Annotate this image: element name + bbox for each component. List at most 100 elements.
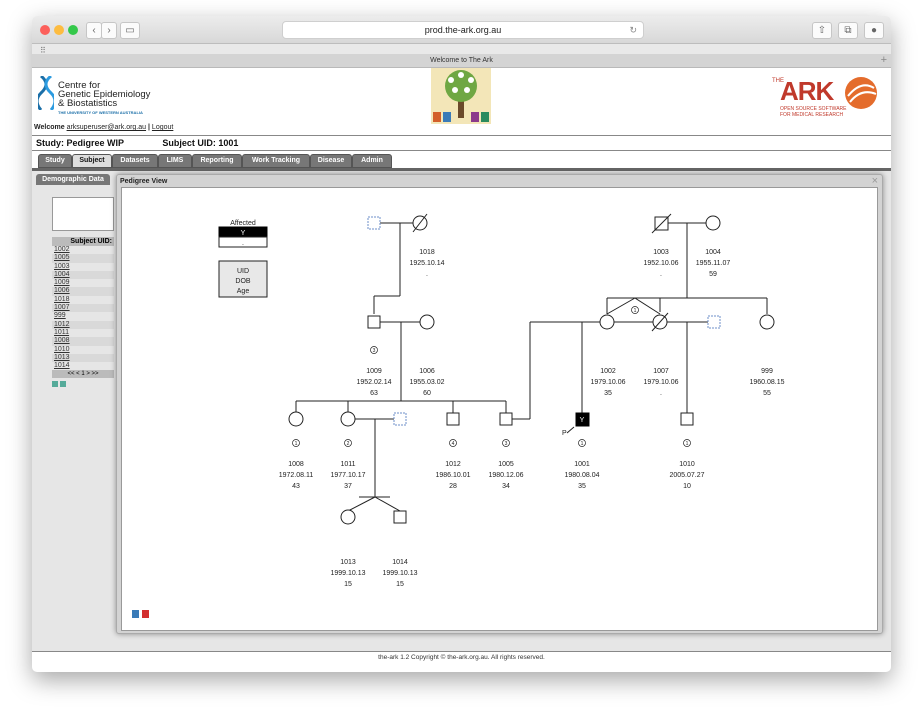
table-row[interactable]: 1010: [52, 346, 114, 354]
node-1011[interactable]: [340, 411, 356, 427]
reload-icon[interactable]: ↻: [629, 22, 637, 38]
org-name: Centre for Genetic Epidemiology & Biosta…: [58, 81, 150, 117]
export-image-icon[interactable]: [132, 610, 139, 618]
forward-button[interactable]: ›: [101, 22, 117, 39]
user-link[interactable]: arksuperuser@ark.org.au: [67, 124, 146, 131]
table-row[interactable]: 1009: [52, 279, 114, 287]
org-line3: & Biostatistics: [58, 98, 118, 109]
node-1012[interactable]: [446, 412, 460, 426]
pedigree-modal: Pedigree View × Y P 3 1 1 2 4 3 1 1 1018…: [116, 174, 883, 634]
tab-subject[interactable]: Subject: [72, 154, 112, 168]
age-label: .: [660, 271, 662, 278]
tab-datasets[interactable]: Datasets: [112, 154, 158, 168]
dob-label: 1979.10.06: [643, 379, 678, 386]
age-label: 35: [578, 483, 586, 490]
age-label: 59: [709, 271, 717, 278]
node-999[interactable]: [759, 314, 775, 330]
uid-label: 1011: [340, 461, 355, 468]
export-excel-icon[interactable]: [52, 381, 58, 388]
sidebar-button[interactable]: ▭: [120, 22, 140, 39]
table-row[interactable]: 1006: [52, 287, 114, 296]
tab-reporting[interactable]: Reporting: [192, 154, 242, 168]
uid-label: 1003: [653, 249, 669, 256]
uid-label: 1004: [705, 249, 721, 256]
table-row[interactable]: 1014: [52, 362, 114, 370]
tab-demographic-data[interactable]: Demographic Data: [36, 174, 110, 185]
node-1009[interactable]: [367, 315, 381, 329]
tabs-button[interactable]: ⧉: [838, 22, 858, 39]
node-1006[interactable]: [419, 314, 435, 330]
table-row[interactable]: 1003: [52, 263, 114, 271]
zoom-window-button[interactable]: [68, 25, 78, 35]
close-icon[interactable]: ×: [872, 175, 878, 187]
table-row[interactable]: 1005: [52, 254, 114, 263]
node-1013[interactable]: [340, 509, 356, 525]
dob-label: 1980.12.06: [488, 472, 523, 479]
ark-logo: THE ARK OPEN SOURCE SOFTWARE FOR MEDICAL…: [772, 74, 882, 122]
sidebar-icon: ▭: [125, 25, 135, 36]
dob-label: 1979.10.06: [590, 379, 625, 386]
dob-label: 1972.08.11: [279, 472, 314, 479]
study-bar: Study: Pedigree WIP Subject UID: 1001: [32, 135, 891, 151]
unknown-parent-node[interactable]: [367, 216, 381, 230]
export-pdf-icon[interactable]: [59, 381, 66, 388]
table-row[interactable]: 1002: [52, 246, 114, 254]
node-1005[interactable]: [499, 412, 513, 426]
age-label: 15: [396, 581, 404, 588]
minimize-window-button[interactable]: [54, 25, 64, 35]
tab-work-tracking[interactable]: Work Tracking: [242, 154, 310, 168]
table-row[interactable]: 1018: [52, 296, 114, 304]
ark-title: ARK: [780, 76, 834, 106]
tab-title: Welcome to The Ark: [430, 57, 493, 64]
sib-num: 4: [452, 441, 455, 447]
chevron-right-icon: ›: [107, 25, 111, 36]
tab-admin[interactable]: Admin: [352, 154, 392, 168]
table-row[interactable]: 1007: [52, 304, 114, 313]
export-pdf-icon[interactable]: [142, 610, 149, 618]
unknown-partner-node[interactable]: [393, 412, 407, 426]
welcome-sep: |: [148, 124, 150, 131]
ark-tree-logo: [431, 68, 491, 124]
table-pager[interactable]: << < 1 > >>: [52, 370, 114, 379]
table-row[interactable]: 1012: [52, 320, 114, 329]
download-button[interactable]: ●: [864, 22, 884, 39]
share-button[interactable]: ⇧: [812, 22, 832, 39]
new-tab-icon[interactable]: +: [881, 54, 887, 67]
welcome-line: Welcome arksuperuser@ark.org.au | Logout: [34, 124, 173, 131]
url-bar[interactable]: prod.the-ark.org.au ↻: [282, 21, 644, 39]
tab-disease[interactable]: Disease: [310, 154, 352, 168]
table-row[interactable]: 999: [52, 312, 114, 320]
age-label: 63: [370, 390, 378, 397]
dob-label: 1952.10.06: [643, 260, 678, 267]
node-1014[interactable]: [393, 510, 407, 524]
table-row[interactable]: 1011: [52, 329, 114, 337]
dob-label: 2005.07.27: [669, 472, 704, 479]
dob-label: 1999.10.13: [330, 570, 365, 577]
node-1010[interactable]: [680, 412, 694, 426]
pedigree-canvas: Y P 3 1 1 2 4 3 1 1 1018 1925.10.14 . 10…: [121, 187, 878, 631]
subject-table: Subject UID: 1002 1005 1003 1004 1009 10…: [52, 237, 114, 389]
share-icon: ⇧: [817, 25, 827, 36]
tab-study[interactable]: Study: [38, 154, 72, 168]
uid-label: 1006: [419, 368, 435, 375]
node-1002[interactable]: [599, 314, 615, 330]
browser-tab[interactable]: Welcome to The Ark +: [32, 54, 891, 68]
ark-sub2: FOR MEDICAL RESEARCH: [780, 112, 844, 118]
sib-num: 3: [505, 441, 508, 447]
table-row[interactable]: 1004: [52, 270, 114, 280]
back-button[interactable]: ‹: [86, 22, 102, 39]
dob-label: 1960.08.15: [749, 379, 784, 386]
legend-affected-title: Affected: [230, 220, 256, 227]
age-label: .: [426, 271, 428, 278]
tab-lims[interactable]: LIMS: [158, 154, 192, 168]
table-row[interactable]: 1013: [52, 353, 114, 363]
download-icon: ●: [870, 25, 878, 36]
node-1008[interactable]: [288, 411, 304, 427]
table-row[interactable]: 1008: [52, 337, 114, 346]
logout-link[interactable]: Logout: [152, 124, 173, 131]
unknown-partner-node[interactable]: [707, 315, 721, 329]
close-window-button[interactable]: [40, 25, 50, 35]
chevron-left-icon: ‹: [92, 25, 96, 36]
search-panel: [52, 197, 114, 231]
node-1004[interactable]: [705, 215, 721, 231]
